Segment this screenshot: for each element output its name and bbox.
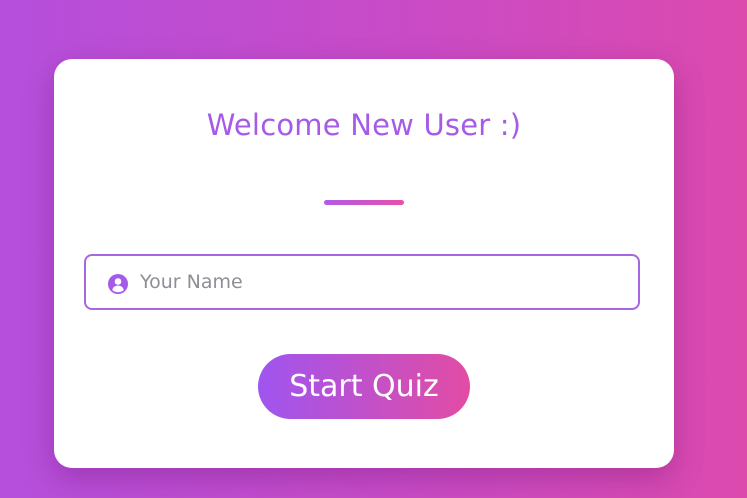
welcome-card: Welcome New User :) Start Quiz xyxy=(54,59,674,468)
welcome-title: Welcome New User :) xyxy=(206,108,522,142)
name-input[interactable] xyxy=(140,256,630,308)
user-circle-icon xyxy=(108,274,128,294)
title-divider xyxy=(324,200,404,205)
start-quiz-button[interactable]: Start Quiz xyxy=(258,354,470,419)
name-field[interactable] xyxy=(84,254,640,310)
